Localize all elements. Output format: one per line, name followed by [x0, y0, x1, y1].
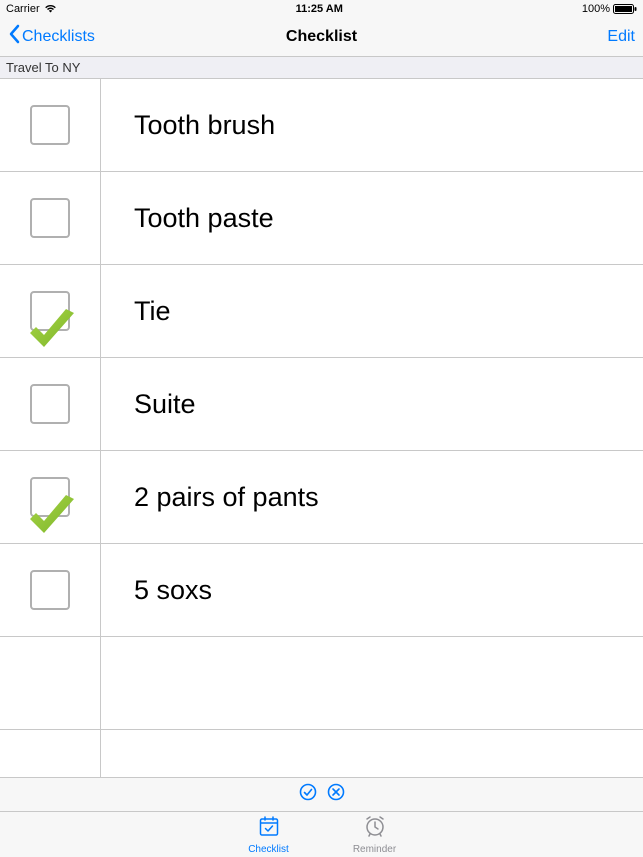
- tab-bar: Checklist Reminder: [0, 811, 643, 857]
- checklist-list: Tooth brush Tooth paste Tie Suite 2 pair…: [0, 79, 643, 777]
- nav-bar: Checklists Checklist Edit: [0, 17, 643, 57]
- empty-row: [0, 730, 643, 777]
- checkbox-cell[interactable]: [0, 384, 100, 424]
- uncheck-all-button[interactable]: [327, 783, 345, 806]
- checkmark-icon: [22, 305, 80, 360]
- list-item[interactable]: 5 soxs: [0, 544, 643, 637]
- back-label: Checklists: [22, 28, 95, 46]
- tab-checklist[interactable]: Checklist: [239, 814, 299, 855]
- back-button[interactable]: Checklists: [8, 24, 95, 49]
- checkbox-cell[interactable]: [0, 105, 100, 145]
- wifi-icon: [44, 4, 57, 13]
- checkbox[interactable]: [30, 570, 70, 610]
- page-title: Checklist: [286, 28, 357, 46]
- item-label: 5 soxs: [100, 575, 212, 606]
- tab-label: Checklist: [248, 844, 289, 855]
- checkbox-cell[interactable]: [0, 477, 100, 517]
- battery-icon: [613, 4, 637, 14]
- edit-button[interactable]: Edit: [607, 28, 635, 46]
- empty-row: [0, 637, 643, 730]
- checkbox[interactable]: [30, 198, 70, 238]
- tab-reminder[interactable]: Reminder: [345, 814, 405, 855]
- list-item[interactable]: Tie: [0, 265, 643, 358]
- list-item[interactable]: 2 pairs of pants: [0, 451, 643, 544]
- status-time: 11:25 AM: [296, 3, 343, 15]
- carrier-label: Carrier: [6, 3, 40, 15]
- list-item[interactable]: Tooth brush: [0, 79, 643, 172]
- checkbox[interactable]: [30, 384, 70, 424]
- checkbox-cell[interactable]: [0, 198, 100, 238]
- check-circle-icon: [299, 783, 317, 806]
- chevron-left-icon: [8, 24, 22, 49]
- section-header: Travel To NY: [0, 57, 643, 79]
- item-label: 2 pairs of pants: [100, 482, 319, 513]
- tab-label: Reminder: [353, 844, 396, 855]
- checkmark-icon: [22, 491, 80, 546]
- vertical-divider: [100, 79, 101, 777]
- x-circle-icon: [327, 783, 345, 806]
- check-all-button[interactable]: [299, 783, 317, 806]
- item-label: Tooth brush: [100, 110, 275, 141]
- checkbox[interactable]: [30, 105, 70, 145]
- battery-pct: 100%: [582, 3, 610, 15]
- list-item[interactable]: Tooth paste: [0, 172, 643, 265]
- alarm-clock-icon: [363, 814, 387, 843]
- item-label: Suite: [100, 389, 196, 420]
- checkbox-cell[interactable]: [0, 291, 100, 331]
- item-label: Tooth paste: [100, 203, 274, 234]
- list-item[interactable]: Suite: [0, 358, 643, 451]
- status-bar: Carrier 11:25 AM 100%: [0, 0, 643, 17]
- calendar-check-icon: [257, 814, 281, 843]
- checkbox-cell[interactable]: [0, 570, 100, 610]
- item-label: Tie: [100, 296, 171, 327]
- bottom-toolbar: [0, 777, 643, 811]
